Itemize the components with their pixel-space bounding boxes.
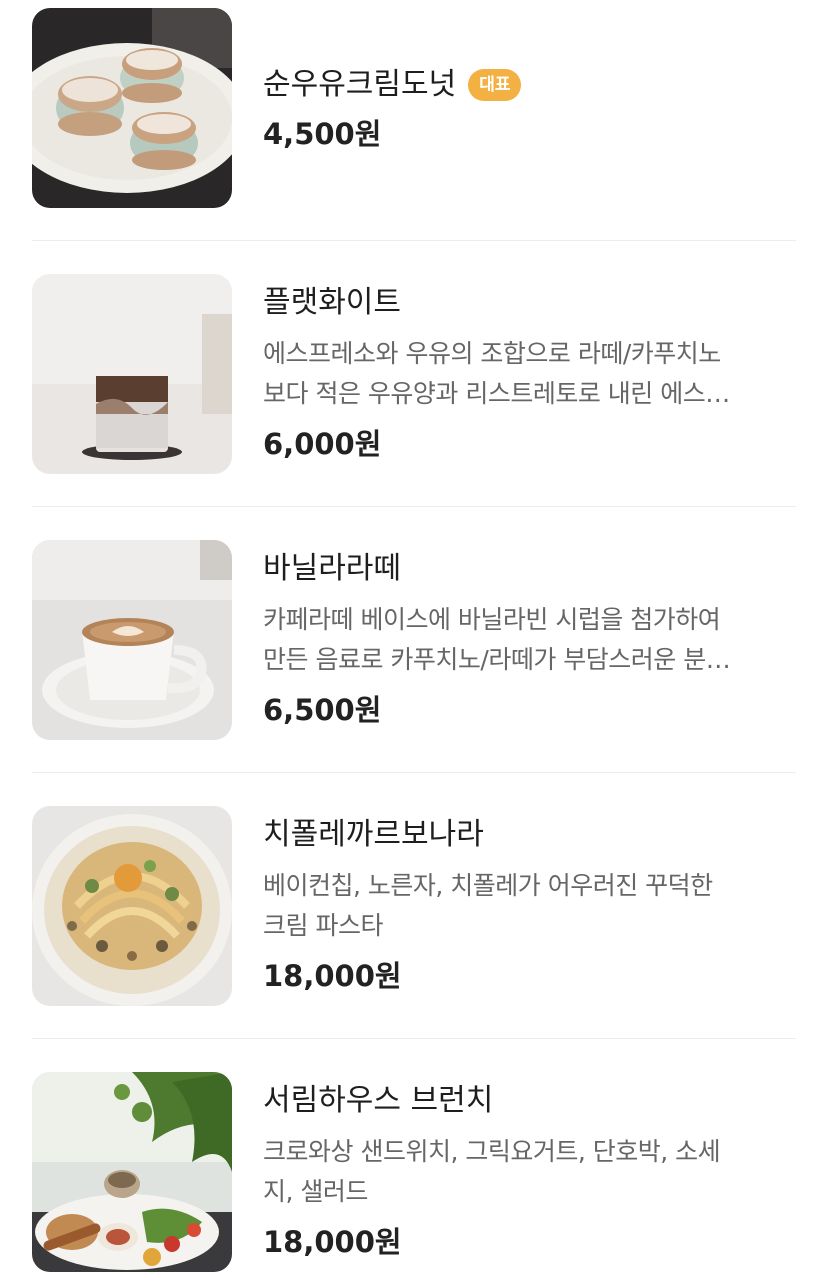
description-line: 크림 파스타 xyxy=(263,911,383,940)
description-line: 보다 적은 우유양과 리스트레토로 내린 에스… xyxy=(263,379,730,408)
menu-item-vanilla-latte[interactable]: 바닐라라떼 카페라떼 베이스에 바닐라빈 시럽을 첨가하여 만든 음료로 카푸치… xyxy=(32,540,796,740)
item-price: 18,000원 xyxy=(263,1225,402,1259)
item-price: 4,500원 xyxy=(263,117,382,151)
item-title-row: 바닐라라떼 xyxy=(263,548,401,589)
carbonara-photo xyxy=(32,806,232,1006)
item-description: 에스프레소와 우유의 조합으로 라떼/카푸치노 보다 적은 우유양과 리스트레토… xyxy=(263,334,783,414)
description-line: 베이컨칩, 노른자, 치폴레가 어우러진 꾸덕한 xyxy=(263,871,713,900)
item-description: 베이컨칩, 노른자, 치폴레가 어우러진 꾸덕한 크림 파스타 xyxy=(263,866,783,946)
menu-list: 순우유크림도넛 대표 4,500원 플랫화이트 에스프레소와 우유의 조합으로 … xyxy=(0,0,828,1283)
donut-photo xyxy=(32,8,232,208)
item-description: 카페라떼 베이스에 바닐라빈 시럽을 첨가하여 만든 음료로 카푸치노/라떼가 … xyxy=(263,600,783,680)
vanilla-latte-photo xyxy=(32,540,232,740)
menu-item-flat-white[interactable]: 플랫화이트 에스프레소와 우유의 조합으로 라떼/카푸치노 보다 적은 우유양과… xyxy=(32,274,796,474)
item-price: 6,000원 xyxy=(263,427,382,461)
item-description: 크로와상 샌드위치, 그릭요거트, 단호박, 소세 지, 샐러드 xyxy=(263,1132,783,1212)
menu-item-brunch[interactable]: 서림하우스 브런치 크로와상 샌드위치, 그릭요거트, 단호박, 소세 지, 샐… xyxy=(32,1072,796,1272)
item-title-row: 서림하우스 브런치 xyxy=(263,1080,493,1121)
description-line: 에스프레소와 우유의 조합으로 라떼/카푸치노 xyxy=(263,339,721,368)
item-price: 18,000원 xyxy=(263,959,402,993)
description-line: 카페라떼 베이스에 바닐라빈 시럽을 첨가하여 xyxy=(263,605,721,634)
divider xyxy=(32,1038,796,1039)
item-title-row: 순우유크림도넛 대표 xyxy=(263,64,522,105)
divider xyxy=(32,506,796,507)
menu-item-cream-donut[interactable]: 순우유크림도넛 대표 4,500원 xyxy=(32,8,796,208)
item-name: 치폴레까르보나라 xyxy=(263,816,484,852)
description-line: 크로와상 샌드위치, 그릭요거트, 단호박, 소세 xyxy=(263,1137,721,1166)
description-line: 만든 음료로 카푸치노/라떼가 부담스러운 분… xyxy=(263,645,731,674)
item-name: 순우유크림도넛 xyxy=(263,66,457,102)
item-name: 바닐라라떼 xyxy=(263,550,401,586)
menu-item-chipotle-carbonara[interactable]: 치폴레까르보나라 베이컨칩, 노른자, 치폴레가 어우러진 꾸덕한 크림 파스타… xyxy=(32,806,796,1006)
divider xyxy=(32,772,796,773)
item-name: 플랫화이트 xyxy=(263,284,401,320)
item-name: 서림하우스 브런치 xyxy=(263,1082,494,1118)
flat-white-photo xyxy=(32,274,232,474)
signature-badge: 대표 xyxy=(468,68,522,101)
item-title-row: 플랫화이트 xyxy=(263,282,401,323)
item-price: 6,500원 xyxy=(263,693,382,727)
description-line: 지, 샐러드 xyxy=(263,1177,368,1206)
divider xyxy=(32,240,796,241)
brunch-photo xyxy=(32,1072,232,1272)
item-title-row: 치폴레까르보나라 xyxy=(263,814,484,855)
